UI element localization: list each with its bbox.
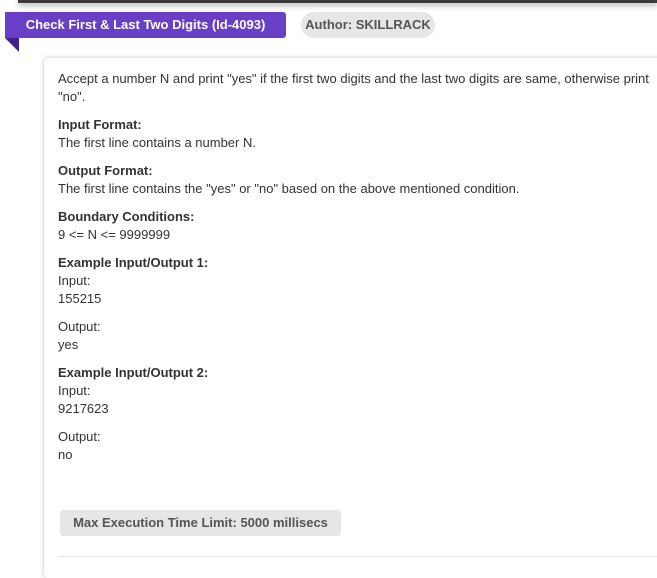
example-1-heading: Example Input/Output 1: — [58, 255, 209, 270]
example-2-heading: Example Input/Output 2: — [58, 365, 209, 380]
example-1-output: Output: yes — [58, 318, 650, 354]
example-1-input-value: 155215 — [58, 291, 102, 306]
output-format-heading: Output Format: — [58, 163, 153, 178]
boundary-text: 9 <= N <= 9999999 — [58, 227, 171, 242]
example-2-section: Example Input/Output 2: Input: 9217623 — [58, 364, 650, 418]
output-format-text: The first line contains the "yes" or "no… — [58, 181, 520, 196]
execution-time-limit-badge: Max Execution Time Limit: 5000 millisecs — [60, 510, 341, 536]
output-format-section: Output Format: The first line contains t… — [58, 162, 650, 198]
input-format-text: The first line contains a number N. — [58, 135, 256, 150]
ribbon-fold-decoration — [5, 38, 19, 52]
window-top-edge — [18, 0, 657, 3]
example-2-output: Output: no — [58, 428, 650, 464]
boundary-conditions-section: Boundary Conditions: 9 <= N <= 9999999 — [58, 208, 650, 244]
example-1-output-label: Output: — [58, 319, 101, 334]
example-1-output-value: yes — [58, 337, 79, 352]
problem-description: Accept a number N and print "yes" if the… — [58, 71, 649, 104]
example-2-output-value: no — [58, 447, 73, 462]
example-2-output-label: Output: — [58, 429, 101, 444]
example-2-input-value: 9217623 — [58, 401, 109, 416]
input-format-heading: Input Format: — [58, 117, 142, 132]
example-2-input-label: Input: — [58, 383, 91, 398]
author-badge: Author: SKILLRACK — [301, 12, 435, 38]
problem-statement: Accept a number N and print "yes" if the… — [58, 70, 650, 474]
example-1-section: Example Input/Output 1: Input: 155215 — [58, 254, 650, 308]
example-1-input-label: Input: — [58, 273, 91, 288]
problem-title-ribbon: Check First & Last Two Digits (Id-4093) — [5, 12, 286, 38]
bottom-divider — [58, 556, 657, 557]
boundary-heading: Boundary Conditions: — [58, 209, 195, 224]
input-format-section: Input Format: The first line contains a … — [58, 116, 650, 152]
problem-header: Check First & Last Two Digits (Id-4093) … — [0, 12, 657, 52]
